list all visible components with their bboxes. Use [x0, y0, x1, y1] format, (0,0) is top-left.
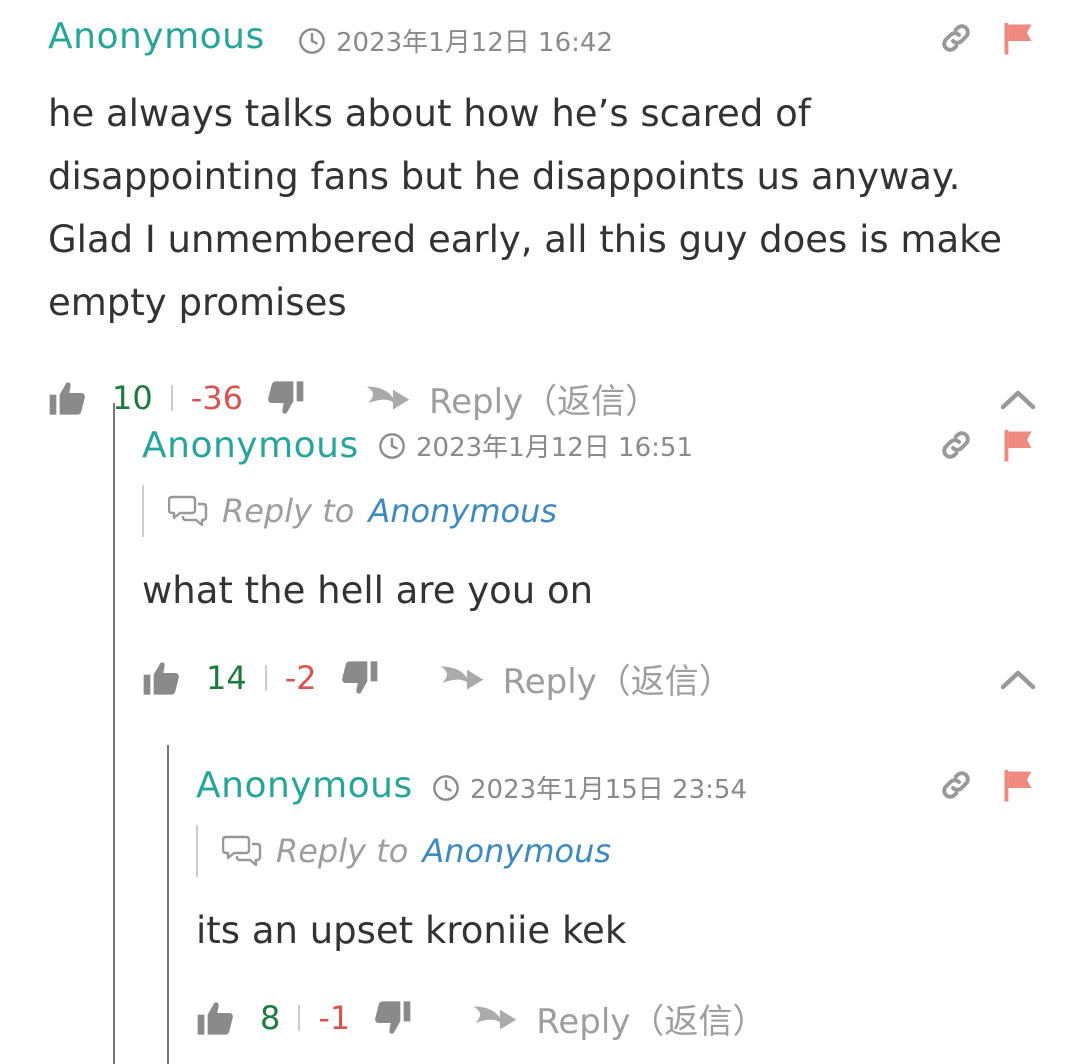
comment-actions: 14 -2 Reply（返信） [142, 648, 1036, 708]
speech-bubbles-icon [168, 493, 208, 529]
comment-body: its an upset kroniie kek [196, 909, 627, 952]
thumbs-up-icon[interactable] [196, 998, 236, 1038]
vote-divider [264, 665, 267, 691]
comment: Anonymous 2023年1月12日 16:42 he always tal… [48, 0, 1036, 428]
comment: Anonymous 2023年1月15日 23:54 Reply to Anon… [196, 745, 1036, 1048]
chevron-up-icon[interactable] [1000, 668, 1036, 690]
comment: Anonymous 2023年1月12日 16:51 Reply to Anon… [142, 405, 1036, 708]
flag-icon[interactable] [1000, 20, 1036, 56]
comment-date-text: 2023年1月15日 23:54 [470, 775, 747, 805]
flag-icon[interactable] [1000, 767, 1036, 803]
reply-to-indicator: Reply to Anonymous [142, 485, 1036, 537]
comment-body: what the hell are you on [142, 569, 594, 612]
thumbs-up-icon[interactable] [48, 378, 88, 418]
comment-header: Anonymous 2023年1月12日 16:42 [48, 0, 1036, 80]
reply-button-label: Reply（返信） [536, 1001, 767, 1042]
comment-date-text: 2023年1月12日 16:51 [416, 433, 693, 463]
reply-arrow-icon [439, 659, 485, 697]
comment-date: 2023年1月12日 16:42 [298, 22, 613, 59]
comment-header: Anonymous 2023年1月15日 23:54 [196, 745, 1036, 825]
clock-icon [378, 432, 406, 460]
comment-author: Anonymous [196, 765, 413, 806]
comment-actions: 8 -1 Reply（返信） [196, 988, 1036, 1048]
comment-author: Anonymous [142, 425, 359, 466]
clock-icon [432, 774, 460, 802]
reply-button-label: Reply（返信） [502, 661, 733, 702]
reply-button[interactable]: Reply（返信） [439, 654, 733, 703]
comment-body: he always talks about how he’s scared of… [48, 92, 1002, 324]
link-icon[interactable] [938, 20, 974, 56]
comment-author: Anonymous [48, 16, 265, 57]
link-icon[interactable] [938, 767, 974, 803]
upvote-count: 14 [206, 659, 247, 697]
thumbs-up-icon[interactable] [142, 658, 182, 698]
thread-line-level-2 [167, 745, 169, 1064]
flag-icon[interactable] [1000, 427, 1036, 463]
link-icon[interactable] [938, 427, 974, 463]
thread-line-level-1 [113, 403, 115, 1064]
reply-to-label: Reply to [222, 492, 355, 530]
downvote-count: -2 [284, 659, 317, 697]
vote-divider [298, 1005, 301, 1031]
comment-date: 2023年1月15日 23:54 [432, 769, 747, 806]
reply-to-author-link[interactable]: Anonymous [422, 832, 611, 870]
comment-header: Anonymous 2023年1月12日 16:51 [142, 405, 1036, 485]
reply-to-indicator: Reply to Anonymous [196, 825, 1036, 877]
comment-date-text: 2023年1月12日 16:42 [336, 28, 613, 58]
upvote-count: 8 [260, 999, 281, 1037]
speech-bubbles-icon [222, 833, 262, 869]
comment-date: 2023年1月12日 16:51 [378, 427, 693, 464]
reply-to-author-link[interactable]: Anonymous [368, 492, 557, 530]
reply-button[interactable]: Reply（返信） [472, 994, 766, 1043]
reply-to-label: Reply to [276, 832, 409, 870]
reply-arrow-icon [472, 999, 518, 1037]
thumbs-down-icon[interactable] [339, 658, 379, 698]
downvote-count: -1 [318, 999, 351, 1037]
clock-icon [298, 27, 326, 55]
thumbs-down-icon[interactable] [372, 998, 412, 1038]
